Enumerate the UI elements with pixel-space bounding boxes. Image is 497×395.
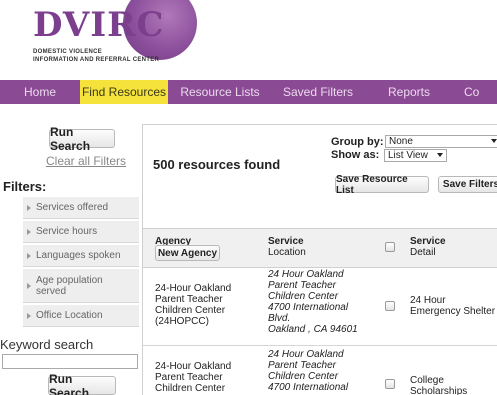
row-checkbox[interactable]: [385, 379, 395, 389]
clear-all-filters-link[interactable]: Clear all Filters: [46, 154, 126, 168]
keyword-search-label: Keyword search: [0, 337, 94, 352]
dropdown-arrow-icon: [491, 139, 497, 143]
column-service-detail: Service Detail: [410, 236, 446, 258]
show-as-select[interactable]: List View: [384, 149, 447, 162]
filter-office-location[interactable]: Office Location: [23, 305, 139, 327]
filter-list: Services offered Service hours Languages…: [23, 197, 139, 329]
save-resource-list-button[interactable]: Save Resource List: [335, 174, 429, 196]
nav-saved-filters[interactable]: Saved Filters: [272, 80, 364, 104]
save-filters-button[interactable]: Save Filters: [438, 176, 497, 193]
row-checkbox[interactable]: [385, 301, 395, 311]
results-panel: 500 resources found Group by: None Show …: [142, 124, 497, 395]
filter-age-population[interactable]: Age population served: [23, 269, 139, 303]
caret-right-icon: [27, 252, 31, 259]
select-all-checkbox[interactable]: [385, 242, 395, 252]
filter-languages-spoken[interactable]: Languages spoken: [23, 245, 139, 267]
table-row[interactable]: 24-Hour Oakland Parent Teacher Children …: [143, 347, 497, 395]
service-location: 24 Hour Oakland Parent Teacher Children …: [268, 349, 349, 393]
run-search-button[interactable]: Run Search: [49, 125, 115, 153]
service-location: 24 Hour Oakland Parent Teacher Children …: [268, 269, 358, 335]
nav-home[interactable]: Home: [0, 80, 80, 104]
nav-more[interactable]: Co: [454, 80, 497, 104]
nav-resource-lists[interactable]: Resource Lists: [168, 80, 272, 104]
results-count: 500 resources found: [153, 157, 281, 172]
keyword-search-input[interactable]: [2, 354, 138, 369]
filter-services-offered[interactable]: Services offered: [23, 197, 139, 219]
group-by-label: Group by:: [331, 136, 384, 148]
logo-subtitle: DOMESTIC VIOLENCE INFORMATION AND REFERR…: [33, 49, 160, 63]
service-detail: 24 Hour Emergency Shelter: [410, 295, 496, 317]
nav-reports[interactable]: Reports: [364, 80, 454, 104]
new-agency-button[interactable]: New Agency: [155, 245, 220, 261]
dvirc-logo[interactable]: DVIRC DOMESTIC VIOLENCE INFORMATION AND …: [33, 0, 203, 70]
table-row[interactable]: 24-Hour Oakland Parent Teacher Children …: [143, 269, 497, 346]
agency-name[interactable]: 24-Hour Oakland Parent Teacher Children …: [155, 361, 231, 394]
run-search-bottom-button[interactable]: Run Search: [48, 372, 116, 395]
caret-right-icon: [27, 204, 31, 211]
dropdown-arrow-icon: [436, 153, 443, 158]
main-nav: Home Find Resources Resource Lists Saved…: [0, 80, 497, 104]
agency-name[interactable]: 24-Hour Oakland Parent Teacher Children …: [155, 283, 231, 327]
filter-sidebar: Run Search Clear all Filters Filters: Se…: [0, 104, 142, 395]
filter-service-hours[interactable]: Service hours: [23, 221, 139, 243]
column-service-location: Service Location: [268, 236, 306, 258]
filters-heading: Filters:: [3, 179, 47, 194]
caret-right-icon: [27, 282, 31, 289]
show-as-label: Show as:: [331, 149, 380, 161]
caret-right-icon: [27, 228, 31, 235]
group-by-select[interactable]: None: [385, 135, 497, 148]
nav-find-resources[interactable]: Find Resources: [80, 80, 168, 104]
service-detail: College Scholarships: [410, 375, 468, 395]
logo-wordmark: DVIRC: [33, 5, 165, 45]
caret-right-icon: [27, 312, 31, 319]
